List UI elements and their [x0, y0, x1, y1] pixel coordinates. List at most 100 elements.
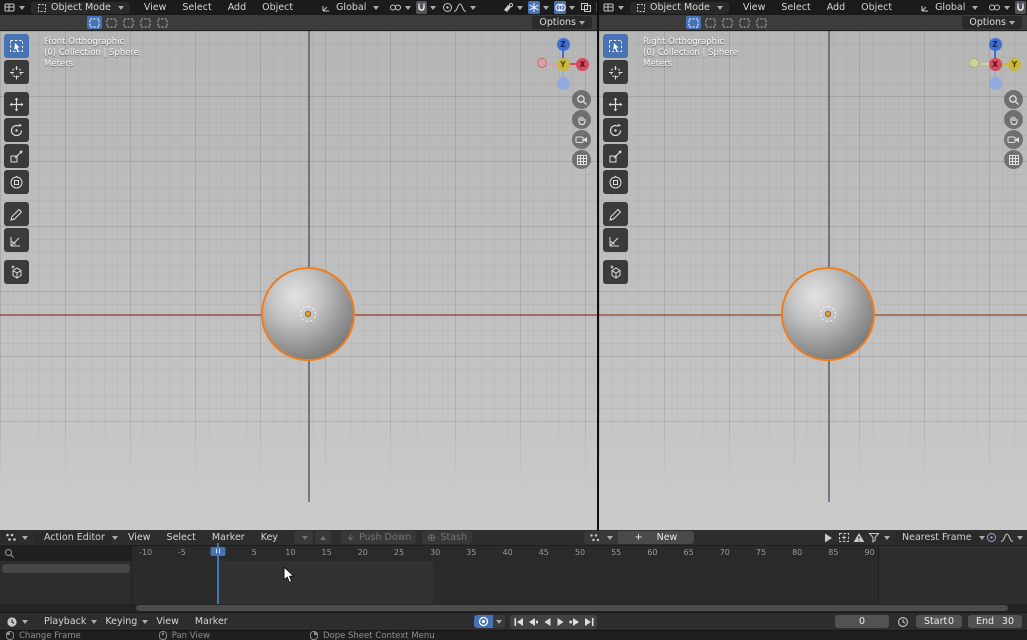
snapping-caret-icon[interactable]	[1004, 6, 1010, 10]
move-tool-button[interactable]	[4, 92, 29, 116]
ruler-tick[interactable]: 30	[430, 548, 440, 557]
editor-type-caret-icon[interactable]	[22, 620, 28, 624]
snap-magnet-toggle[interactable]	[416, 1, 427, 14]
navigation-gizmo[interactable]: Z Y X	[969, 38, 1021, 90]
xray-toggle[interactable]	[580, 1, 592, 14]
orientation-dropdown[interactable]: Global	[914, 2, 984, 14]
next-keyframe-button[interactable]	[569, 616, 580, 628]
annotate-tool-button[interactable]	[4, 202, 29, 226]
ds-proportional-editing-icon[interactable]	[984, 531, 999, 544]
play-button[interactable]	[555, 616, 566, 628]
transform-tool-button[interactable]	[603, 170, 628, 194]
current-frame-field[interactable]: 0	[835, 615, 889, 628]
mode-dropdown[interactable]: Object Mode	[630, 2, 729, 14]
add-cube-tool-button[interactable]	[603, 260, 628, 284]
zoom-view-button[interactable]	[1004, 90, 1023, 109]
select-set-mode-button[interactable]	[87, 16, 102, 29]
snap-magnet-toggle[interactable]	[1015, 1, 1026, 14]
playhead-line[interactable]	[217, 543, 219, 604]
new-action-button[interactable]: + New	[618, 531, 694, 544]
select-box-tool-button[interactable]	[4, 34, 29, 58]
gizmo-axis-z[interactable]: Z	[989, 38, 1002, 51]
ds-falloff-caret-icon[interactable]	[1017, 536, 1023, 540]
orientation-dropdown[interactable]: Global	[315, 2, 385, 14]
ds-menu-view[interactable]: View	[120, 532, 159, 543]
show-overlays-toggle[interactable]	[554, 1, 566, 14]
gizmo-axis-x-neg[interactable]	[537, 58, 547, 68]
options-button[interactable]: Options	[532, 16, 592, 29]
select-extend-mode-button[interactable]	[703, 16, 718, 29]
ruler-tick[interactable]: -5	[178, 548, 186, 557]
transform-tool-button[interactable]	[4, 170, 29, 194]
jump-to-start-button[interactable]	[513, 616, 524, 628]
select-box-tool-button[interactable]	[603, 34, 628, 58]
ds-falloff-icon[interactable]	[999, 531, 1014, 544]
select-invert-mode-button[interactable]	[737, 16, 752, 29]
action-nav-up-button[interactable]	[315, 531, 331, 544]
cursor-tool-button[interactable]	[603, 60, 628, 84]
mode-dropdown[interactable]: Object Mode	[31, 2, 130, 14]
menu-select[interactable]: Select	[174, 2, 219, 13]
filter-caret-icon[interactable]	[884, 536, 890, 540]
editor-type-caret-icon[interactable]	[618, 6, 624, 10]
snapping-pair-icon[interactable]	[988, 1, 1001, 14]
navigation-gizmo[interactable]: Z X Y	[537, 38, 589, 90]
gizmo-axis-y[interactable]: Y	[1008, 58, 1021, 71]
editor-type-caret-icon[interactable]	[22, 536, 28, 540]
rotate-tool-button[interactable]	[603, 118, 628, 142]
rotate-tool-button[interactable]	[4, 118, 29, 142]
auto-keying-caret[interactable]	[493, 615, 505, 628]
action-browse-dropdown[interactable]	[584, 531, 618, 544]
editor-type-3dview-icon[interactable]	[4, 1, 16, 14]
gizmo-axis-z-neg[interactable]	[989, 77, 1002, 90]
ruler-tick[interactable]: 5	[252, 548, 257, 557]
pan-view-button[interactable]	[1004, 110, 1023, 129]
tl-menu-view[interactable]: View	[148, 616, 187, 627]
gizmo-axis-y-neg[interactable]	[969, 58, 979, 68]
channel-search-field[interactable]	[0, 546, 132, 561]
pan-view-button[interactable]	[572, 110, 591, 129]
measure-tool-button[interactable]	[4, 228, 29, 252]
proportional-falloff-icon[interactable]	[453, 1, 467, 14]
gizmo-axis-x-center[interactable]: X	[989, 58, 1002, 71]
proportional-editing-icon[interactable]	[442, 1, 453, 14]
editor-type-3dview-icon[interactable]	[603, 1, 615, 14]
snapping-caret-icon[interactable]	[405, 6, 411, 10]
viewport-canvas-front[interactable]: Front Orthographic (0) Collection | Sphe…	[0, 31, 597, 530]
camera-view-button[interactable]	[572, 130, 591, 149]
viewport-divider[interactable]	[597, 0, 599, 530]
editor-type-timeline-icon[interactable]	[4, 615, 19, 628]
menu-select[interactable]: Select	[773, 2, 818, 13]
scale-tool-button[interactable]	[603, 144, 628, 168]
gizmo-axis-y-center[interactable]: Y	[557, 58, 570, 71]
push-down-button[interactable]: Push Down	[341, 531, 417, 544]
timeline-ruler[interactable]: -10-505101520253035404550556065707580859…	[132, 546, 1027, 561]
ruler-tick[interactable]: 85	[828, 548, 838, 557]
horizontal-scrollbar-track[interactable]	[0, 604, 1027, 612]
tl-menu-marker[interactable]: Marker	[187, 616, 236, 627]
show-gizmo-toggle[interactable]	[528, 1, 540, 14]
ds-menu-key[interactable]: Key	[253, 532, 286, 543]
active-tool-caret-icon[interactable]	[517, 6, 523, 10]
ruler-tick[interactable]: 40	[503, 548, 513, 557]
ds-menu-select[interactable]: Select	[159, 532, 204, 543]
snapping-pair-icon[interactable]	[389, 1, 402, 14]
active-tool-icon[interactable]	[502, 1, 514, 14]
ruler-tick[interactable]: 70	[720, 548, 730, 557]
menu-view[interactable]: View	[735, 2, 774, 13]
ruler-tick[interactable]: 80	[792, 548, 802, 557]
zoom-view-button[interactable]	[572, 90, 591, 109]
select-subtract-mode-button[interactable]	[121, 16, 136, 29]
ruler-tick[interactable]: 35	[466, 548, 476, 557]
select-invert-mode-button[interactable]	[138, 16, 153, 29]
select-intersect-mode-button[interactable]	[754, 16, 769, 29]
ruler-tick[interactable]: 15	[322, 548, 332, 557]
scale-tool-button[interactable]	[4, 144, 29, 168]
filter-funnel-icon[interactable]	[866, 531, 881, 544]
prev-keyframe-button[interactable]	[527, 616, 538, 628]
menu-keying[interactable]: Keying	[97, 616, 139, 627]
ruler-tick[interactable]: 60	[647, 548, 657, 557]
gizmo-axis-z[interactable]: Z	[557, 38, 570, 51]
select-subtract-mode-button[interactable]	[720, 16, 735, 29]
editor-type-dopesheet-icon[interactable]	[4, 531, 19, 544]
